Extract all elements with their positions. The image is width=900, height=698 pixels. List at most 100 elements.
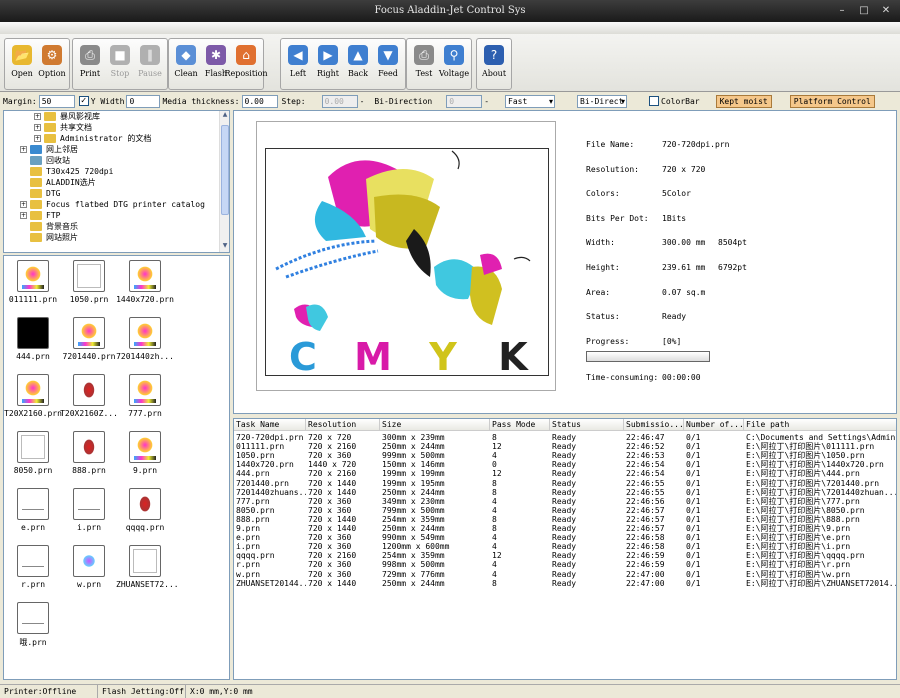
task-row[interactable]: 888.prn 720 x 1440 254mm x 359mm 8 Ready 22:4… (234, 515, 896, 524)
platform-control-button[interactable]: Platform Control (789, 94, 875, 108)
ywidth-checkbox[interactable]: ✓ (78, 96, 89, 106)
task-table[interactable]: Task Name Resolution Size Pass Mode Status Su… (233, 418, 897, 680)
file-thumbnail[interactable]: w.prn (60, 543, 116, 599)
tree-item[interactable]: DTG (4, 188, 220, 199)
margin-input[interactable]: 50 (38, 94, 75, 108)
direction-select[interactable]: Bi-Direct (577, 94, 628, 108)
flash-button[interactable]: ✱ Flash (201, 41, 231, 87)
column-header[interactable]: Size (380, 419, 490, 431)
tree-item[interactable]: + Focus flatbed DTG printer catalog (4, 199, 220, 210)
reposition-button[interactable]: ⌂ Reposition (224, 41, 268, 87)
tree-scroll-thumb[interactable] (221, 125, 229, 215)
file-thumbnail[interactable]: 7201440zh... (116, 315, 174, 371)
left-button[interactable]: ◀ Left (283, 41, 313, 87)
task-row[interactable]: 7201440.prn 720 x 1440 199mm x 195mm 8 Ready… (234, 479, 896, 488)
file-thumbnail[interactable]: r.prn (4, 543, 60, 599)
tree-scrollbar[interactable]: ▲ ▼ (219, 111, 229, 252)
tree-item[interactable]: 背景音乐 (4, 221, 220, 232)
task-row[interactable]: 444.prn 720 x 2160 199mm x 199mm 12 Ready 22:… (234, 469, 896, 478)
tree-item[interactable]: 回收站 (4, 155, 220, 166)
scroll-up-icon[interactable]: ▲ (221, 111, 229, 121)
task-row[interactable]: 720-720dpi.prn 720 x 720 300mm x 239mm 8 Rea… (234, 433, 896, 442)
expand-icon[interactable]: + (34, 113, 41, 120)
file-thumbnail[interactable]: 444.prn (4, 315, 60, 371)
tree-item[interactable]: 网站照片 (4, 232, 220, 243)
file-thumbnail[interactable]: qqqq.prn (116, 486, 172, 542)
task-row[interactable]: 777.prn 720 x 360 349mm x 230mm 4 Ready 22:46… (234, 497, 896, 506)
voltage-button[interactable]: ⚲ Voltage (439, 41, 469, 87)
expand-icon[interactable]: + (20, 146, 27, 153)
tree-item[interactable]: + 网上邻居 (4, 144, 220, 155)
scroll-down-icon[interactable]: ▼ (221, 242, 229, 252)
bidirection-input[interactable]: 0 (446, 94, 483, 108)
task-row[interactable]: 1440x720.prn 1440 x 720 150mm x 146mm 0 Read… (234, 460, 896, 469)
test-button[interactable]: ⎙ Test (409, 41, 439, 87)
task-row[interactable]: 1050.prn 720 x 360 999mm x 500mm 4 Ready 22:4… (234, 451, 896, 460)
expand-icon[interactable]: + (20, 212, 27, 219)
ywidth-input[interactable]: 0 (126, 94, 161, 108)
column-header[interactable]: Status (550, 419, 624, 431)
about-button[interactable]: ? About (479, 41, 509, 87)
task-row[interactable]: e.prn 720 x 360 990mm x 549mm 4 Ready 22:46:5… (234, 533, 896, 542)
file-thumbnail[interactable]: 011111.prn (4, 258, 60, 314)
task-row[interactable]: ZHUANSET20144... 720 x 1440 250mm x 244mm 8… (234, 579, 896, 588)
column-header[interactable]: Task Name (234, 419, 306, 431)
expand-icon[interactable]: + (34, 135, 41, 142)
column-header[interactable]: File path (744, 419, 896, 431)
folder-tree[interactable]: + 暴风影视库 + 共享文档 + Administrator 的文档 + 网上邻居 回收站 T30… (3, 110, 230, 253)
file-thumbnail[interactable]: ZHUANSET72... (116, 543, 179, 599)
file-thumbnail[interactable]: 1050.prn (60, 258, 116, 314)
task-row[interactable]: 011111.prn 720 x 2160 250mm x 244mm 12 Ready… (234, 442, 896, 451)
file-thumbnail[interactable]: 8050.prn (4, 429, 60, 485)
file-thumbnail[interactable]: 哦.prn (4, 600, 60, 656)
stop-button[interactable]: ■ Stop (105, 41, 135, 87)
right-button[interactable]: ▶ Right (313, 41, 343, 87)
colorbar-checkbox[interactable] (649, 96, 660, 106)
task-row[interactable]: r.prn 720 x 360 998mm x 500mm 4 Ready 22:46:5… (234, 560, 896, 569)
pause-button[interactable]: ∥ Pause (135, 41, 165, 87)
close-icon[interactable]: ✕ (876, 3, 896, 18)
task-row[interactable]: w.prn 720 x 360 729mm x 776mm 4 Ready 22:47:0… (234, 570, 896, 579)
task-row[interactable]: 7201440zhuans... 720 x 1440 250mm x 244mm 8… (234, 488, 896, 497)
tree-item[interactable]: T30x425 720dpi (4, 166, 220, 177)
tree-item[interactable]: ALADDIN选片 (4, 177, 220, 188)
task-cell: E:\阿拉丁\打印图片\444.prn (746, 469, 860, 479)
maximize-icon[interactable]: □ (854, 3, 874, 18)
column-header[interactable]: Pass Mode (490, 419, 550, 431)
column-header[interactable]: Resolution (306, 419, 380, 431)
speed-select[interactable]: Fast (505, 94, 556, 108)
file-thumbnail[interactable]: T20X2160.prn (4, 372, 62, 428)
file-thumbnail[interactable]: 888.prn (60, 429, 116, 485)
media-thickness-input[interactable]: 0.00 (241, 94, 278, 108)
kept-moist-button[interactable]: Kept moist (715, 94, 772, 108)
tree-item[interactable]: + Administrator 的文档 (4, 133, 220, 144)
tree-item[interactable]: + FTP (4, 210, 220, 221)
file-thumbnail[interactable]: 1440x720.prn (116, 258, 174, 314)
task-row[interactable]: qqqq.prn 720 x 2160 254mm x 359mm 12 Ready 22… (234, 551, 896, 560)
task-row[interactable]: 8050.prn 720 x 360 799mm x 500mm 4 Ready 22:4… (234, 506, 896, 515)
file-thumbnail[interactable]: 9.prn (116, 429, 172, 485)
back-button[interactable]: ▲ Back (343, 41, 373, 87)
task-cell: 4 (492, 542, 497, 552)
clean-button[interactable]: ◆ Clean (171, 41, 201, 87)
expand-icon[interactable]: + (20, 201, 27, 208)
column-header[interactable]: Number of... (684, 419, 744, 431)
task-row[interactable]: 9.prn 720 x 1440 250mm x 244mm 8 Ready 22:46:… (234, 524, 896, 533)
feed-button[interactable]: ▼ Feed (373, 41, 403, 87)
task-cell: 4 (492, 533, 497, 543)
expand-icon[interactable]: + (34, 124, 41, 131)
file-thumbnail[interactable]: T20X2160Z... (60, 372, 118, 428)
file-thumbnail[interactable]: i.prn (60, 486, 116, 542)
print-button[interactable]: ⎙ Print (75, 41, 105, 87)
file-thumbnail[interactable]: e.prn (4, 486, 60, 542)
tree-item[interactable]: + 共享文档 (4, 122, 220, 133)
option-button[interactable]: ⚙ Option (37, 41, 67, 87)
minimize-icon[interactable]: – (832, 3, 852, 18)
tree-item[interactable]: + 暴风影视库 (4, 111, 220, 122)
column-header[interactable]: Submissio... (624, 419, 684, 431)
open-button[interactable]: 📂 Open (7, 41, 37, 87)
file-thumbnail[interactable]: 777.prn (116, 372, 172, 428)
file-thumbnail[interactable]: 7201440.prn (60, 315, 116, 371)
step-input[interactable]: 0.00 (321, 94, 358, 108)
task-row[interactable]: i.prn 720 x 360 1200mm x 600mm 4 Ready 22:46:… (234, 542, 896, 551)
